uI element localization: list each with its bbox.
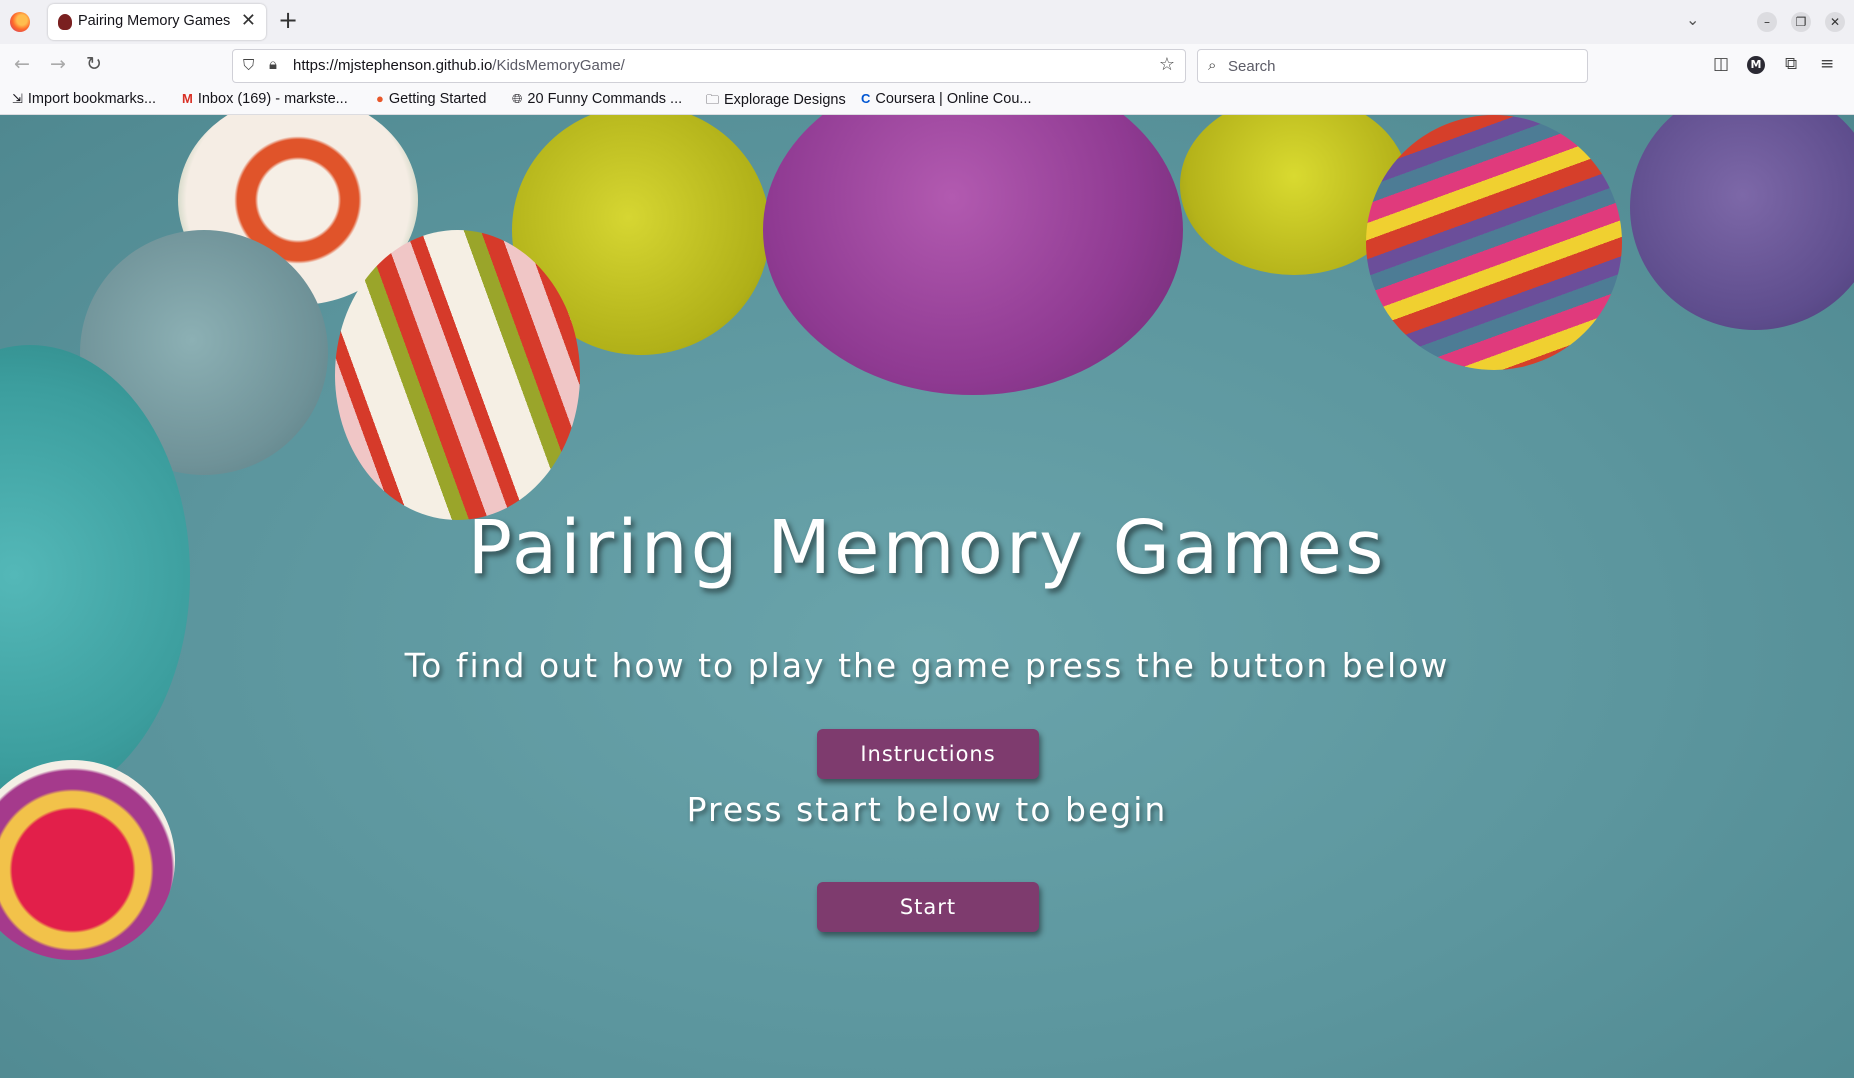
search-bar[interactable]: ⌕ Search — [1197, 49, 1588, 83]
search-icon: ⌕ — [1208, 56, 1217, 74]
tab-favicon-icon — [58, 14, 72, 30]
import-icon: ⇲ — [12, 91, 23, 106]
tab-close-icon[interactable]: ✕ — [241, 10, 256, 31]
start-button[interactable]: Start — [817, 882, 1039, 932]
bookmarks-toolbar: ⇲ Import bookmarks... M Inbox (169) - mark… — [0, 86, 1854, 115]
url-text[interactable]: https://mjstephenson.github.io/KidsMemor… — [293, 57, 625, 74]
bookmark-label: Coursera | Online Cou... — [875, 91, 1032, 107]
url-path: /KidsMemoryGame/ — [492, 57, 625, 74]
bookmark-label: Explorage Designs — [724, 92, 846, 108]
bookmark-funny-commands[interactable]: 🌐︎ 20 Funny Commands ... — [512, 91, 682, 107]
bookmark-label: Import bookmarks... — [27, 91, 157, 107]
bookmark-getting-started[interactable]: ● Getting Started — [376, 91, 486, 107]
close-window-button[interactable]: ✕ — [1825, 12, 1845, 32]
lock-icon[interactable]: 🔒︎ — [269, 55, 277, 73]
navigation-toolbar: ← → ↻ ⛉ 🔒︎ https://mjstephenson.github.i… — [0, 44, 1854, 86]
bookmark-label: 20 Funny Commands ... — [527, 91, 683, 107]
bookmark-coursera[interactable]: C Coursera | Online Cou... — [861, 91, 1031, 107]
url-host: https://mjstephenson.github.io — [293, 57, 493, 74]
menu-icon[interactable]: ≡ — [1820, 54, 1834, 74]
reload-icon[interactable]: ↻ — [86, 53, 102, 75]
instructions-prompt: To find out how to play the game press t… — [404, 646, 1450, 685]
bookmark-import[interactable]: ⇲ Import bookmarks... — [12, 91, 156, 107]
address-bar[interactable]: ⛉ 🔒︎ https://mjstephenson.github.io/Kids… — [232, 49, 1186, 83]
back-arrow-icon[interactable]: ← — [14, 53, 30, 75]
coursera-icon: C — [861, 91, 871, 106]
minimize-button[interactable]: – — [1757, 12, 1777, 32]
search-placeholder: Search — [1228, 58, 1276, 75]
list-all-tabs-icon[interactable]: ⌄ — [1686, 10, 1699, 29]
page-title: Pairing Memory Games — [467, 505, 1387, 591]
firefox-logo-icon[interactable] — [10, 12, 30, 32]
restore-button[interactable]: ❐ — [1791, 12, 1811, 32]
folder-icon: 🗀 — [706, 92, 720, 107]
bookmark-inbox[interactable]: M Inbox (169) - markste... — [182, 91, 348, 107]
start-prompt: Press start below to begin — [686, 790, 1168, 829]
tab-title: Pairing Memory Games — [78, 13, 231, 29]
forward-arrow-icon[interactable]: → — [50, 53, 66, 75]
instructions-button[interactable]: Instructions — [817, 729, 1039, 779]
pocket-icon[interactable]: ◫ — [1713, 54, 1729, 74]
account-avatar[interactable]: M — [1747, 56, 1765, 74]
bookmark-label: Inbox (169) - markste... — [197, 91, 348, 107]
tracking-shield-icon[interactable]: ⛉ — [243, 56, 254, 74]
tab-active[interactable]: Pairing Memory Games ✕ — [48, 4, 266, 40]
bookmark-label: Getting Started — [388, 91, 487, 107]
tab-strip: Pairing Memory Games ✕ + ⌄ – ❐ ✕ — [0, 0, 1854, 44]
page-viewport: Pairing Memory Games To find out how to … — [0, 115, 1854, 1078]
main-content: Pairing Memory Games To find out how to … — [0, 115, 1854, 1078]
new-tab-button[interactable]: + — [278, 6, 298, 34]
gmail-icon: M — [182, 91, 193, 106]
extensions-icon[interactable]: ⧉ — [1785, 54, 1797, 74]
bookmark-star-icon[interactable]: ☆ — [1159, 54, 1175, 75]
bookmark-explorage-designs[interactable]: 🗀 Explorage Designs — [706, 91, 846, 113]
globe-icon: 🌐︎ — [512, 91, 523, 106]
firefox-icon: ● — [376, 91, 384, 106]
